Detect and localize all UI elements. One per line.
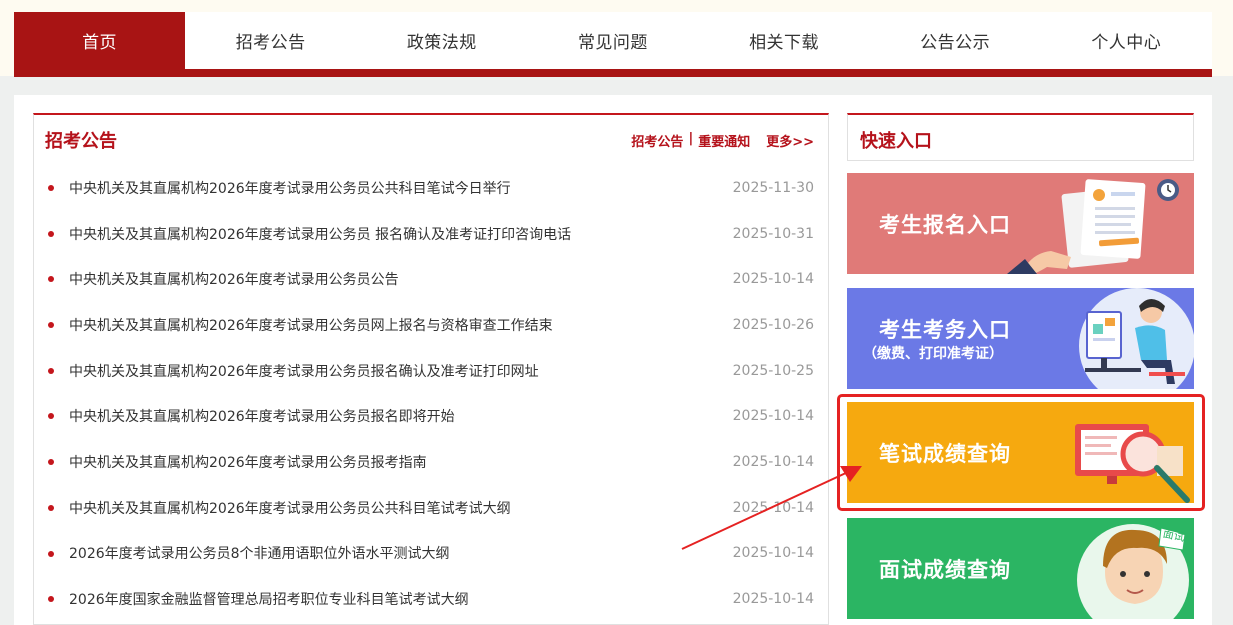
list-item: 2026年度考试录用公务员8个非通用语职位外语水平测试大纲 2025-10-14 [34, 531, 828, 577]
notice-item-title[interactable]: 中央机关及其直属机构2026年度考试录用公务员公共科目笔试今日举行 [69, 178, 511, 198]
bullet-icon [48, 230, 54, 237]
list-item: 中央机关及其直属机构2026年度考试录用公务员公共科目笔试考试大纲 2025-10… [34, 485, 828, 531]
link-separator: | [688, 131, 694, 146]
notice-item-date: 2025-10-14 [732, 499, 814, 516]
nav-personal-center[interactable]: 个人中心 [1041, 12, 1212, 69]
main-nav: 首页 招考公告 政策法规 常见问题 相关下载 公告公示 个人中心 [14, 12, 1212, 69]
link-important-notices[interactable]: 重要通知 [698, 131, 750, 150]
notice-item-date: 2025-10-14 [732, 453, 814, 470]
list-item: 中央机关及其直属机构2026年度考试录用公务员公共科目笔试今日举行 2025-11… [34, 165, 828, 211]
notice-item-title[interactable]: 中央机关及其直属机构2026年度考试录用公务员报名确认及准考证打印网址 [69, 361, 539, 381]
list-item: 中央机关及其直属机构2026年度考试录用公务员网上报名与资格审查工作结束 2025… [34, 302, 828, 348]
bullet-icon [48, 504, 54, 511]
notice-header: 招考公告 招考公告 | 重要通知 更多>> [34, 115, 828, 163]
notice-item-date: 2025-10-14 [732, 545, 814, 562]
exam-affairs-entry-sublabel: （缴费、打印准考证） [863, 346, 1003, 362]
interview-score-query-label: 面试成绩查询 [879, 558, 1011, 582]
list-item: 中央机关及其直属机构2026年度考试录用公务员报名即将开始 2025-10-14 [34, 393, 828, 439]
nav-home[interactable]: 首页 [14, 12, 186, 69]
notice-panel: 招考公告 招考公告 | 重要通知 更多>> 中央机关及其直属机构2026年度考试… [33, 113, 829, 625]
more-link[interactable]: 更多>> [766, 131, 814, 150]
nav-underline-bar [14, 69, 1212, 77]
bullet-icon [48, 367, 54, 374]
notice-item-title[interactable]: 中央机关及其直属机构2026年度考试录用公务员公告 [69, 269, 399, 289]
notice-item-title[interactable]: 中央机关及其直属机构2026年度考试录用公务员网上报名与资格审查工作结束 [69, 315, 553, 335]
interview-score-query-button[interactable]: 面试 面试成绩查询 [847, 518, 1194, 619]
list-item: 2026年度国家金融监督管理总局招考职位专业科目笔试考试大纲 2025-10-14 [34, 576, 828, 622]
exam-affairs-entry-button[interactable]: 考生考务入口 （缴费、打印准考证） [847, 288, 1194, 389]
notice-item-date: 2025-10-14 [732, 591, 814, 608]
notice-item-title[interactable]: 2026年度国家金融监督管理总局招考职位专业科目笔试考试大纲 [69, 589, 469, 609]
notice-item-date: 2025-10-25 [732, 362, 814, 379]
quick-entry-title: 快速入口 [860, 131, 932, 152]
link-recruitment-notices[interactable]: 招考公告 [631, 131, 683, 150]
bullet-icon [48, 550, 54, 557]
notice-item-date: 2025-10-14 [732, 271, 814, 288]
notice-item-title[interactable]: 中央机关及其直属机构2026年度考试录用公务员公共科目笔试考试大纲 [69, 498, 511, 518]
notice-item-date: 2025-10-26 [732, 316, 814, 333]
bullet-icon [48, 276, 54, 283]
notice-item-title[interactable]: 中央机关及其直属机构2026年度考试录用公务员报考指南 [69, 452, 427, 472]
nav-downloads[interactable]: 相关下载 [699, 12, 870, 69]
list-item: 中央机关及其直属机构2026年度考试录用公务员 报名确认及准考证打印咨询电话 20… [34, 211, 828, 257]
nav-policies[interactable]: 政策法规 [356, 12, 527, 69]
registration-entry-label: 考生报名入口 [879, 213, 1011, 237]
notice-title: 招考公告 [45, 131, 117, 152]
nav-announcements[interactable]: 公告公示 [870, 12, 1041, 69]
document-clipboard-icon [1007, 179, 1179, 274]
notice-item-title[interactable]: 中央机关及其直属机构2026年度考试录用公务员 报名确认及准考证打印咨询电话 [69, 224, 571, 244]
list-item: 中央机关及其直属机构2026年度考试录用公务员报考指南 2025-10-14 [34, 439, 828, 485]
notice-list: 中央机关及其直属机构2026年度考试录用公务员公共科目笔试今日举行 2025-11… [34, 165, 828, 622]
bullet-icon [48, 413, 54, 420]
highlight-box [837, 394, 1205, 511]
person-at-computer-icon [1079, 288, 1194, 389]
bullet-icon [48, 596, 54, 603]
registration-entry-button[interactable]: 考生报名入口 [847, 173, 1194, 274]
top-strip [0, 0, 1233, 12]
exam-affairs-entry-label: 考生考务入口 [879, 318, 1011, 342]
notice-links: 招考公告 | 重要通知 更多>> [631, 131, 814, 150]
nav-recruitment-notices[interactable]: 招考公告 [185, 12, 356, 69]
bullet-icon [48, 322, 54, 329]
bullet-icon [48, 185, 54, 191]
quick-entry-header: 快速入口 [847, 113, 1194, 161]
nav-faq[interactable]: 常见问题 [527, 12, 698, 69]
bullet-icon [48, 459, 54, 466]
notice-item-title[interactable]: 中央机关及其直属机构2026年度考试录用公务员报名即将开始 [69, 406, 455, 426]
notice-item-date: 2025-11-30 [732, 179, 814, 196]
list-item: 中央机关及其直属机构2026年度考试录用公务员报名确认及准考证打印网址 2025-… [34, 348, 828, 394]
notice-item-date: 2025-10-31 [732, 225, 814, 242]
notice-item-title[interactable]: 2026年度考试录用公务员8个非通用语职位外语水平测试大纲 [69, 543, 450, 563]
list-item: 中央机关及其直属机构2026年度考试录用公务员公告 2025-10-14 [34, 256, 828, 302]
notice-item-date: 2025-10-14 [732, 408, 814, 425]
